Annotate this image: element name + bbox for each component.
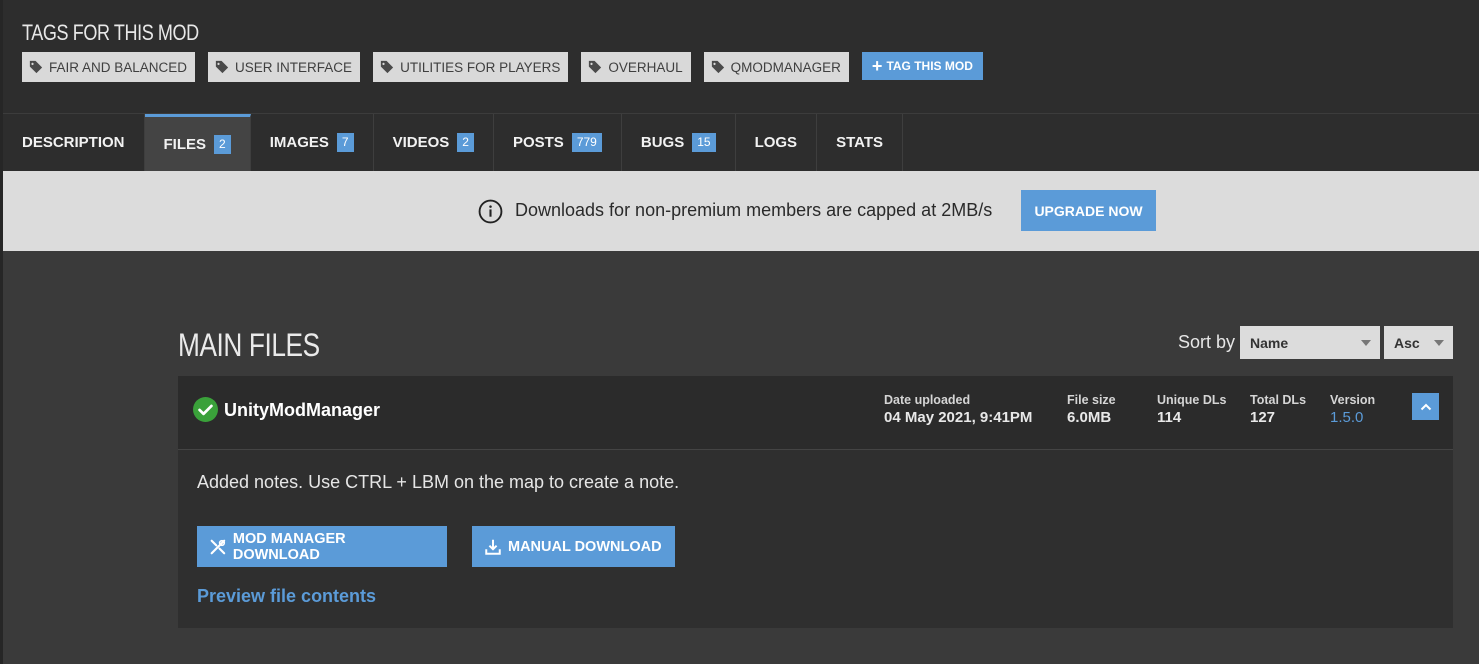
tag-qmodmanager[interactable]: QMODMANAGER (703, 52, 849, 82)
stat-label: Version (1330, 393, 1376, 407)
upgrade-now-button[interactable]: UPGRADE NOW (1021, 190, 1156, 231)
tab-label: FILES (163, 135, 207, 153)
tags-title: TAGS FOR THIS MOD (22, 20, 199, 45)
tab-label: BUGS (640, 134, 685, 151)
version-stat: Version 1.5.0 (1330, 393, 1375, 426)
tag-icon (29, 60, 43, 74)
main-files-title: MAIN FILES (178, 327, 320, 363)
tab-count-badge: 15 (692, 133, 716, 152)
stat-value: 114 (1157, 409, 1182, 426)
total-dls-stat: Total DLs 127 (1250, 393, 1306, 426)
chevron-up-icon (1420, 403, 1431, 410)
tag-user-interface[interactable]: USER INTERFACE (208, 52, 361, 82)
stat-value: 04 May 2021, 9:41PM (884, 409, 1033, 426)
unique-dls-stat: Unique DLs 114 (1157, 393, 1226, 426)
sort-by-label: Sort by (1178, 332, 1236, 352)
date-uploaded-stat: Date uploaded 04 May 2021, 9:41PM (884, 393, 1032, 426)
tab-label: POSTS (512, 134, 564, 151)
tag-icon (589, 60, 602, 74)
stat-value: 6.0MB (1067, 409, 1112, 426)
check-circle-icon (193, 397, 218, 422)
tab-label: IMAGES (269, 134, 329, 151)
file-size-stat: File size 6.0MB (1067, 393, 1116, 426)
mod-manager-download-label: MOD MANAGER DOWNLOAD (232, 530, 346, 563)
tag-icon (711, 60, 724, 74)
tab-label: VIDEOS (392, 134, 450, 151)
download-icon (485, 539, 501, 555)
tab-count-badge: 779 (571, 133, 602, 152)
sort-field-select[interactable]: Name (1240, 326, 1380, 359)
sort-order-value: Asc (1394, 334, 1420, 351)
chevron-down-icon (1361, 340, 1371, 346)
tag-label: OVERHAUL (608, 59, 683, 75)
tags-section: TAGS FOR THIS MOD FAIR AND BALANCED USER… (3, 0, 1479, 114)
tag-this-mod-button[interactable]: + TAG THIS MOD (861, 52, 983, 80)
tag-overhaul[interactable]: OVERHAUL (581, 52, 691, 82)
tab-description[interactable]: DESCRIPTION (3, 114, 145, 171)
tab-images[interactable]: IMAGES 7 (251, 114, 374, 171)
stat-label: Total DLs (1250, 393, 1307, 407)
tag-label: USER INTERFACE (235, 59, 353, 75)
preview-file-contents-link[interactable]: Preview file contents (197, 586, 376, 607)
tag-icon (380, 60, 394, 74)
tab-label: STATS (836, 134, 884, 151)
stat-label: Unique DLs (1157, 393, 1227, 407)
info-icon (478, 199, 503, 224)
manual-download-button[interactable]: MANUAL DOWNLOAD (472, 526, 675, 567)
plus-icon: + (871, 56, 883, 76)
file-description: Added notes. Use CTRL + LBM on the map t… (197, 472, 680, 492)
tab-logs[interactable]: LOGS (736, 114, 818, 171)
tag-list: FAIR AND BALANCED USER INTERFACE UTILITI… (22, 52, 983, 82)
tab-count-badge: 2 (214, 134, 231, 154)
tab-bugs[interactable]: BUGS 15 (622, 114, 736, 171)
tag-this-mod-label: TAG THIS MOD (886, 59, 973, 73)
tab-files[interactable]: FILES 2 (144, 114, 251, 171)
tab-count-badge: 7 (336, 133, 354, 152)
mod-tabs: DESCRIPTION FILES 2 IMAGES 7 VIDEOS 2 PO… (3, 114, 1479, 171)
tab-label: DESCRIPTION (22, 134, 125, 151)
tag-fair-and-balanced[interactable]: FAIR AND BALANCED (22, 52, 196, 82)
tag-utilities-for-players[interactable]: UTILITIES FOR PLAYERS (373, 52, 569, 82)
manual-download-label: MANUAL DOWNLOAD (508, 538, 662, 555)
file-header: UnityModManager Date uploaded 04 May 202… (178, 376, 1453, 450)
collapse-button[interactable] (1412, 393, 1439, 420)
tab-stats[interactable]: STATS (817, 114, 904, 171)
stat-label: File size (1067, 393, 1116, 407)
stat-value: 127 (1250, 409, 1276, 426)
tab-videos[interactable]: VIDEOS 2 (374, 114, 494, 171)
sort-field-value: Name (1250, 334, 1289, 351)
file-name[interactable]: UnityModManager (224, 400, 380, 421)
tab-count-badge: 2 (457, 133, 474, 152)
tab-posts[interactable]: POSTS 779 (494, 114, 622, 171)
sort-order-select[interactable]: Asc (1384, 326, 1453, 359)
tools-icon (210, 539, 226, 554)
chevron-down-icon (1434, 340, 1444, 346)
tag-label: UTILITIES FOR PLAYERS (400, 59, 561, 75)
tag-label: QMODMANAGER (730, 59, 841, 75)
stat-label: Date uploaded (884, 393, 971, 407)
premium-banner: Downloads for non-premium members are ca… (3, 171, 1479, 251)
tab-label: LOGS (754, 134, 798, 151)
file-card: UnityModManager Date uploaded 04 May 202… (178, 376, 1453, 628)
tag-icon (215, 60, 229, 74)
tag-label: FAIR AND BALANCED (49, 59, 188, 75)
banner-text: Downloads for non-premium members are ca… (515, 200, 993, 220)
version-link[interactable]: 1.5.0 (1330, 409, 1375, 426)
mod-manager-download-button[interactable]: MOD MANAGER DOWNLOAD (197, 526, 447, 567)
